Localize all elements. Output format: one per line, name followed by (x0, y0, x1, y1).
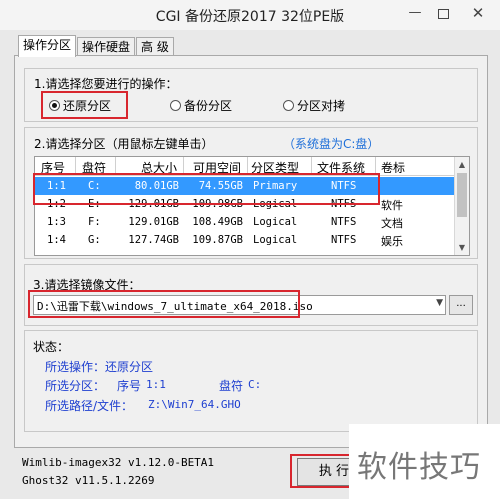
image-file-select[interactable]: D:\迅雷下载\windows_7_ultimate_x64_2018.iso … (33, 295, 446, 315)
col-free: 可用空间 (193, 161, 242, 175)
status-drive-label: 盘符 (219, 379, 244, 393)
col-fs: 文件系统 (317, 161, 366, 175)
cell-type: Logical (253, 234, 298, 246)
restore-radio[interactable]: 还原分区 (49, 97, 111, 114)
cell-type: Logical (253, 198, 298, 210)
wimlib-version: Wimlib-imagex32 v1.12.0-BETA1 (22, 456, 215, 469)
scroll-up-icon[interactable]: ▲ (455, 160, 469, 169)
backup-label: 备份分区 (184, 99, 233, 113)
status-drive: C: (248, 378, 262, 391)
maximize-button[interactable] (430, 2, 456, 26)
scroll-thumb[interactable] (457, 173, 467, 217)
cell-label: 文档 (381, 217, 403, 230)
cell-total: 129.01GB (128, 216, 179, 228)
cell-type: Primary (253, 180, 298, 192)
image-label: 3.请选择镜像文件： (33, 278, 141, 292)
status-title: 状态： (33, 340, 70, 354)
col-label: 卷标 (381, 161, 406, 175)
table-header: 序号 盘符 总大小 可用空间 分区类型 文件系统 卷标 (35, 157, 455, 176)
tab-advanced[interactable]: 高 级 (136, 37, 174, 56)
col-index: 序号 (41, 161, 66, 175)
system-disk-note: （系统盘为C:盘） (283, 137, 380, 151)
cell-type: Logical (253, 216, 298, 228)
image-file-value: D:\迅雷下载\windows_7_ultimate_x64_2018.iso (37, 300, 313, 313)
tab-disk[interactable]: 操作硬盘 (77, 37, 136, 56)
partition-label: 2.请选择分区（用鼠标左键单击） (34, 137, 214, 151)
close-icon: ✕ (471, 4, 485, 22)
status-op-value: 还原分区 (105, 360, 154, 374)
cell-fs: NTFS (331, 216, 357, 228)
cell-index: 1:3 (47, 216, 66, 228)
operation-label: 1.请选择您要进行的操作： (34, 77, 178, 91)
cell-fs: NTFS (331, 180, 357, 192)
title-bar: CGI 备份还原2017 32位PE版 — ✕ (0, 0, 500, 30)
table-row[interactable]: 1:2 E: 129.01GB 109.98GB Logical NTFS 软件 (35, 195, 455, 213)
cell-total: 127.74GB (128, 234, 179, 246)
clone-radio[interactable]: 分区对拷 (283, 97, 345, 114)
table-row[interactable]: 1:4 G: 127.74GB 109.87GB Logical NTFS 娱乐 (35, 231, 455, 249)
table-row[interactable]: 1:1 C: 80.01GB 74.55GB Primary NTFS (35, 177, 455, 195)
cell-drive: C: (88, 180, 101, 192)
radio-icon (170, 100, 181, 111)
cell-total: 129.01GB (128, 198, 179, 210)
cell-index: 1:4 (47, 234, 66, 246)
watermark-text: 软件技巧 (357, 450, 481, 485)
cell-drive: E: (88, 198, 101, 210)
cell-free: 109.98GB (192, 198, 243, 210)
minimize-button[interactable]: — (402, 2, 428, 26)
col-drive: 盘符 (82, 161, 107, 175)
cell-drive: G: (88, 234, 101, 246)
cell-drive: F: (88, 216, 101, 228)
maximize-icon (437, 9, 449, 19)
radio-icon (283, 100, 294, 111)
ghost-version: Ghost32 v11.5.1.2269 (22, 474, 155, 487)
cell-fs: NTFS (331, 234, 357, 246)
status-part-num: 1:1 (146, 378, 166, 391)
cell-fs: NTFS (331, 198, 357, 210)
cell-free: 109.87GB (192, 234, 243, 246)
status-path-label: 所选路径/文件： (45, 399, 134, 413)
col-type: 分区类型 (251, 161, 300, 175)
status-part-label: 所选分区： (45, 379, 106, 393)
cell-free: 108.49GB (192, 216, 243, 228)
table-row[interactable]: 1:3 F: 129.01GB 108.49GB Logical NTFS 文档 (35, 213, 455, 231)
cell-free: 74.55GB (198, 180, 243, 192)
partition-table[interactable]: 序号 盘符 总大小 可用空间 分区类型 文件系统 卷标 1:1 C: 80.01… (34, 156, 470, 256)
close-button[interactable]: ✕ (460, 2, 496, 26)
status-part-num-label: 序号 (117, 379, 142, 393)
status-op-label: 所选操作： (45, 360, 106, 374)
cell-total: 80.01GB (134, 180, 179, 192)
cell-label: 软件 (381, 199, 403, 212)
browse-button[interactable]: ... (449, 295, 473, 315)
watermark: 软件技巧 (349, 424, 500, 499)
radio-checked-icon (49, 100, 60, 111)
status-path: Z:\Win7_64.GHO (148, 398, 241, 411)
cell-label: 娱乐 (381, 235, 403, 248)
clone-label: 分区对拷 (297, 99, 346, 113)
cell-index: 1:2 (47, 198, 66, 210)
table-scrollbar[interactable]: ▲ ▼ (454, 157, 469, 255)
cell-index: 1:1 (47, 180, 66, 192)
backup-radio[interactable]: 备份分区 (170, 97, 232, 114)
restore-label: 还原分区 (63, 99, 112, 113)
scroll-down-icon[interactable]: ▼ (455, 243, 469, 252)
col-total: 总大小 (141, 161, 178, 175)
chevron-down-icon[interactable]: ▼ (436, 298, 443, 308)
tab-partition[interactable]: 操作分区 (18, 35, 77, 57)
